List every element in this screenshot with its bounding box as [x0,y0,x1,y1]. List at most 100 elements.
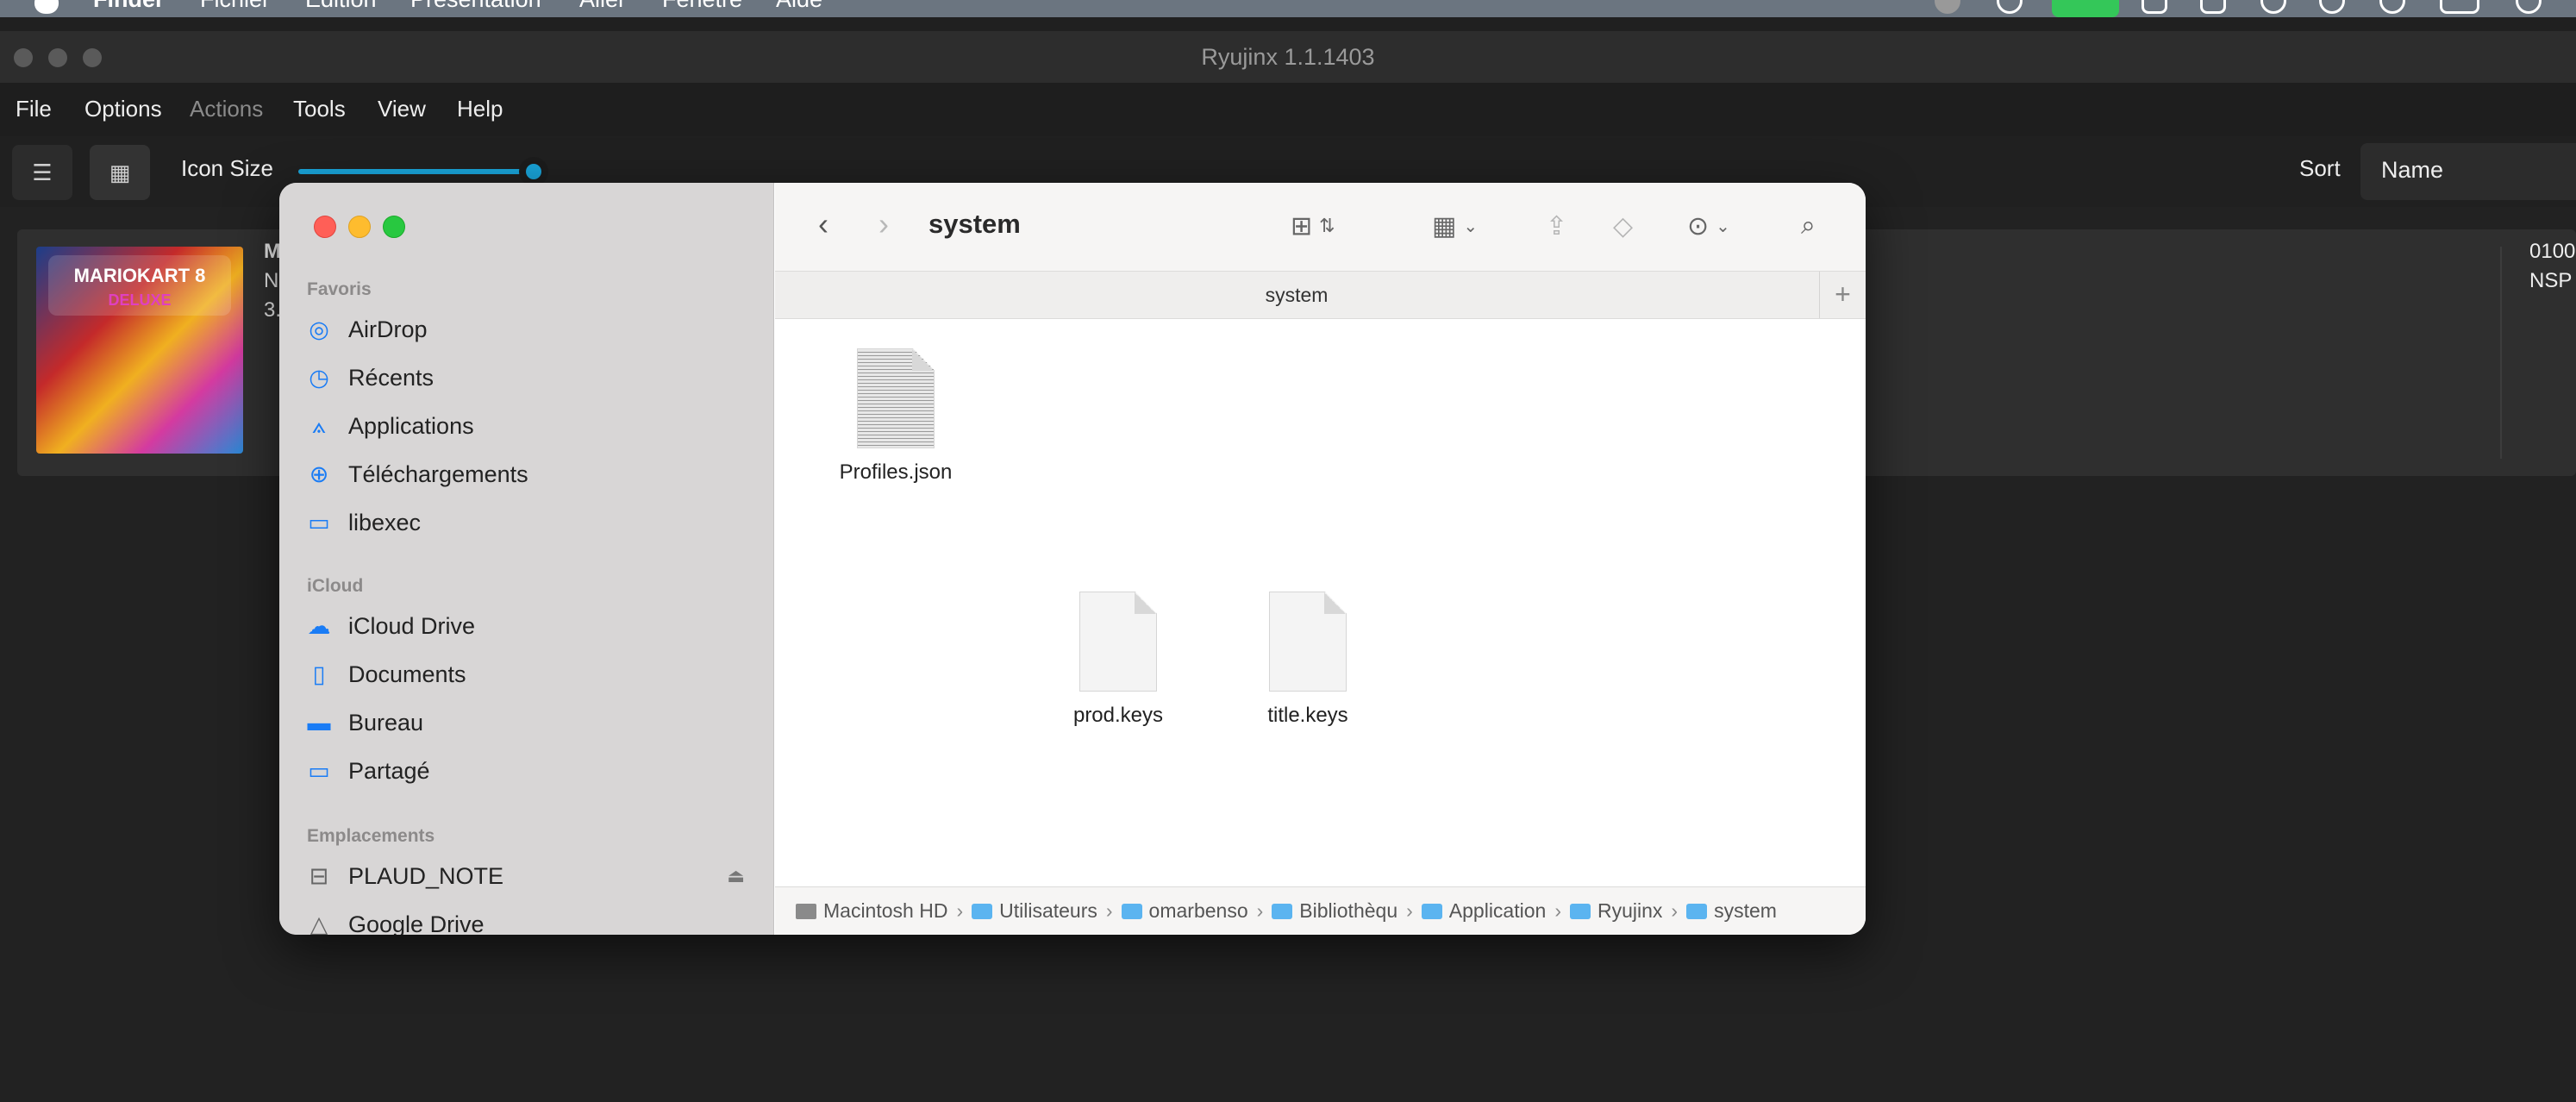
sidebar-item-google-drive[interactable]: △ Google Drive [305,904,753,936]
sidebar-item-icloud-drive[interactable]: ☁ iCloud Drive [305,605,753,647]
facetime-icon[interactable] [2052,0,2119,17]
sidebar-item-libexec[interactable]: ▭ libexec [305,502,753,543]
zoom-button[interactable] [383,216,405,238]
sidebar-item-telechargements[interactable]: ⊕ Téléchargements [305,454,753,495]
group-button[interactable]: ▦ ⌄ [1432,207,1478,245]
shared-folder-icon: ▭ [308,757,330,784]
game-cover-logo: MARIOKART 8 DELUXE [48,255,231,316]
sidebar-item-airdrop[interactable]: ◎ AirDrop [305,309,753,350]
ryujinx-menu-file[interactable]: File [16,96,52,122]
file-name: Profiles.json [839,460,953,484]
document-icon: ▯ [312,661,326,687]
ryujinx-menu-options[interactable]: Options [84,96,162,122]
menu-presentation[interactable]: Présentation [410,0,541,13]
file-item[interactable]: prod.keys [1023,592,1213,728]
icon-size-slider-track[interactable] [298,169,531,174]
search-button[interactable]: ⌕ [1801,207,1816,245]
sidebar-item-bureau[interactable]: ▬ Bureau [305,702,753,743]
camera-icon[interactable] [2141,0,2167,14]
control-center-icon[interactable] [2516,0,2542,14]
path-crumb[interactable]: omarbenso [1121,899,1248,923]
icon-view-icon: ⊞ [1291,211,1313,241]
icon-size-slider-thumb[interactable] [519,157,548,186]
back-button[interactable]: ‹ [806,207,841,245]
path-crumb[interactable]: system [1686,899,1777,923]
sidebar-item-documents[interactable]: ▯ Documents [305,654,753,695]
path-crumb[interactable]: Bibliothèqu [1272,899,1397,923]
path-crumb[interactable]: Application [1421,899,1546,923]
location-icon[interactable] [1997,0,2023,14]
tab-bar: system + [775,271,1866,319]
sidebar-section-emplacements: Emplacements [307,826,435,846]
airdrop-icon: ◎ [309,316,329,342]
path-crumb[interactable]: Macintosh HD [796,899,947,923]
ryujinx-menu-actions: Actions [190,96,264,122]
mail-icon[interactable] [2200,0,2226,14]
path-separator-icon: › [1671,899,1679,922]
list-view-button[interactable]: ☰ [12,145,72,200]
menu-aide[interactable]: Aide [776,0,822,13]
menu-edition[interactable]: Édition [305,0,377,13]
status-dot-icon[interactable] [1935,0,1960,14]
tab-system[interactable]: system [775,284,1818,307]
apple-icon[interactable] [34,0,59,14]
ellipsis-circle-icon: ⊙ [1687,211,1710,241]
menu-fenetre[interactable]: Fenêtre [662,0,742,13]
game-cover-image: MARIOKART 8 DELUXE [36,247,243,454]
ryujinx-menu-view[interactable]: View [378,96,426,122]
eject-icon[interactable]: ⏏ [727,865,745,887]
file-item[interactable]: title.keys [1213,592,1403,728]
path-crumb[interactable]: Utilisateurs [972,899,1097,923]
more-actions-button[interactable]: ⊙ ⌄ [1687,207,1730,245]
menu-aller[interactable]: Aller [579,0,626,13]
plus-icon: + [1835,279,1851,310]
share-button: ⇪ [1546,207,1567,245]
finder-toolbar: ‹ › system ⊞ ⇅ ▦ ⌄ ⇪ ◇ ⊙ ⌄ ⌕ [775,183,1866,271]
new-tab-button[interactable]: + [1819,272,1866,318]
check-circle-icon[interactable] [2319,0,2345,14]
json-file-icon [857,348,935,448]
drive-icon: ⊟ [309,862,329,889]
row-divider [2500,247,2502,459]
tag-button: ◇ [1613,207,1633,245]
close-button[interactable] [314,216,336,238]
sidebar-item-plaud-note[interactable]: ⊟ PLAUD_NOTE ⏏ [305,855,753,897]
folder-icon [1686,903,1708,919]
view-mode-button[interactable]: ⊞ ⇅ [1291,207,1335,245]
folder-icon [1421,903,1442,919]
openai-icon[interactable] [2260,0,2286,14]
path-crumb[interactable]: Ryujinx [1569,899,1662,923]
game-developer: N [264,269,279,292]
game-file-format: NSP [2529,269,2573,292]
search-icon: ⌕ [1801,211,1816,240]
folder-title: system [928,209,1021,239]
desktop-icon: ▬ [307,709,331,736]
sidebar-item-applications[interactable]: ⟑ Applications [305,405,753,447]
finder-sidebar: Favoris ◎ AirDrop ◷ Récents ⟑ Applicatio… [279,183,774,935]
file-name: prod.keys [1072,704,1164,727]
list-icon: ☰ [32,159,53,185]
ryujinx-menu-tools[interactable]: Tools [293,96,346,122]
sidebar-item-recents[interactable]: ◷ Récents [305,357,753,398]
download-icon: ⊕ [309,460,329,487]
folder-icon [972,903,993,919]
file-item[interactable]: Profiles.json [801,348,991,485]
macos-menubar: Finder Fichier Édition Présentation Alle… [0,0,2576,17]
battery-icon[interactable] [2440,0,2479,14]
game-title-id: 0100 [2529,240,2576,263]
ryujinx-menu-help[interactable]: Help [457,96,503,122]
time-machine-icon[interactable] [2379,0,2405,14]
sidebar-section-favoris: Favoris [307,279,372,299]
share-icon: ⇪ [1546,211,1568,241]
minimize-button[interactable] [348,216,371,238]
grid-view-button[interactable]: ▦ [90,145,150,200]
path-separator-icon: › [1256,899,1264,922]
chevron-down-icon: ⌄ [1463,216,1479,236]
chevron-right-icon: › [878,206,889,241]
menu-finder[interactable]: Finder [93,0,165,13]
sidebar-item-partage[interactable]: ▭ Partagé [305,750,753,792]
tag-icon: ◇ [1613,211,1634,241]
menu-fichier[interactable]: Fichier [200,0,270,13]
sort-select[interactable]: Name [2360,143,2576,200]
home-folder-icon [1121,903,1142,919]
